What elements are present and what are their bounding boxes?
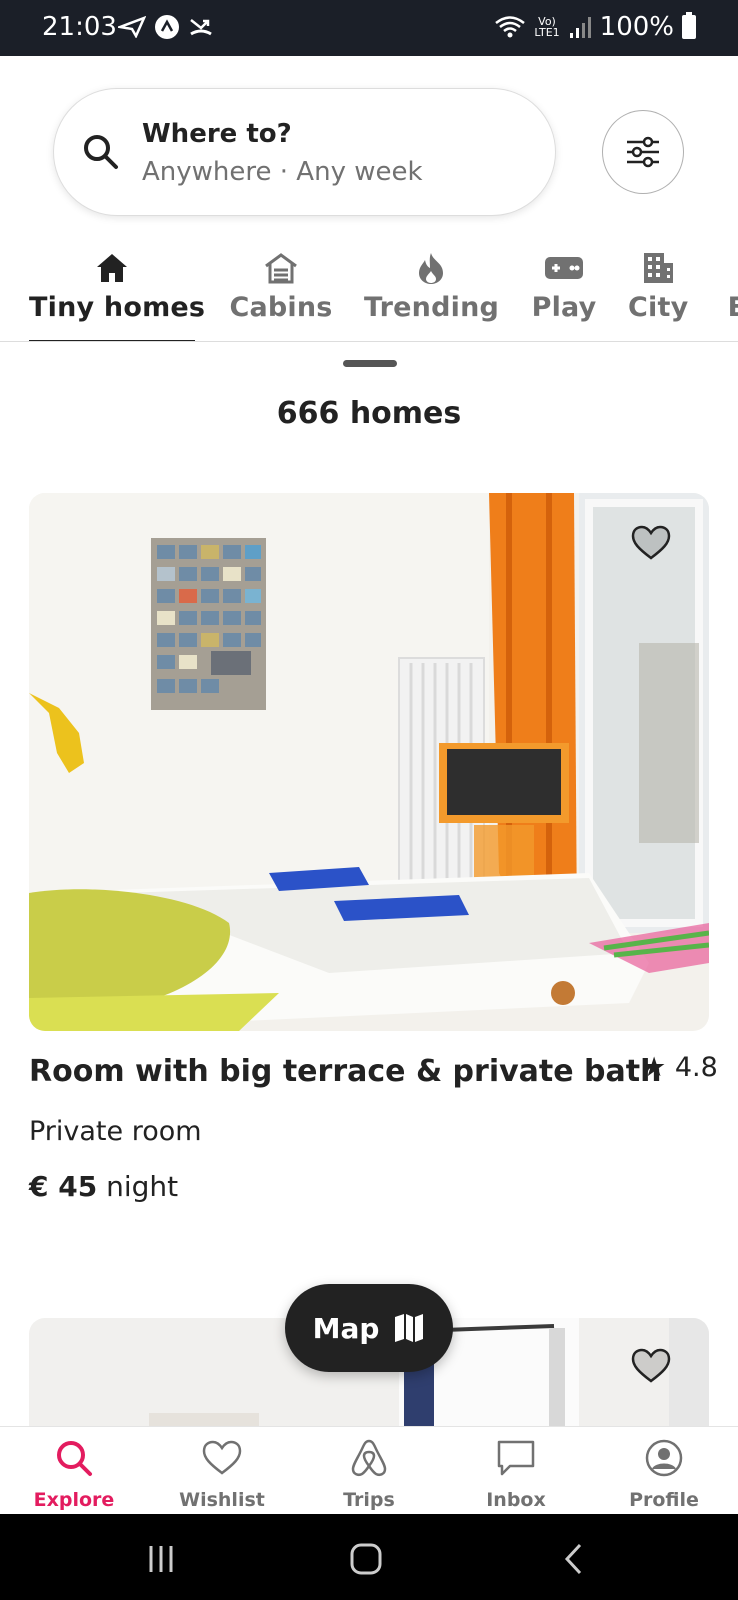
airbnb-logo-icon: [351, 1439, 387, 1477]
notification-icons: [118, 14, 214, 40]
tab-cabins[interactable]: Cabins: [228, 246, 334, 341]
status-time: 21:03: [42, 12, 117, 42]
price-value: € 45: [29, 1170, 98, 1203]
heart-icon: [202, 1440, 242, 1475]
profile-icon: [645, 1439, 683, 1477]
wifi-icon: [495, 16, 526, 38]
flame-icon: [419, 253, 443, 284]
battery-level: 100%: [599, 12, 674, 42]
search-icon: [57, 1441, 92, 1476]
listing-type: Private room: [29, 1116, 202, 1147]
rating-value: 4.8: [674, 1052, 718, 1083]
room-photo: [29, 493, 709, 1031]
game-controller-icon: [545, 257, 583, 279]
sliders-icon: [627, 136, 659, 168]
results-count: 666 homes: [276, 396, 462, 431]
cabin-icon: [265, 253, 297, 284]
tab-trending[interactable]: Trending: [364, 246, 499, 341]
send-icon: [118, 16, 146, 38]
wishlist-heart-icon[interactable]: [631, 1348, 671, 1384]
listing-title[interactable]: Room with big terrace & private bath: [29, 1054, 661, 1089]
map-button[interactable]: Map: [285, 1284, 453, 1372]
network-type: Vo) LTE1: [534, 15, 560, 39]
missed-call-icon: [190, 19, 212, 36]
listing-price: € 45 night: [29, 1170, 178, 1203]
price-unit: night: [106, 1170, 179, 1203]
map-icon: [395, 1314, 424, 1342]
map-button-label: Map: [312, 1311, 380, 1345]
status-bar: 21:03 Vo) LTE1 100%: [0, 0, 738, 56]
sheet-drag-handle[interactable]: [343, 360, 397, 367]
category-tabs: Tiny homes Cabins Trending Play City E: [0, 246, 738, 342]
search-bar[interactable]: Where to? Anywhere · Any week: [53, 88, 556, 216]
listing-rating: ★ 4.8: [642, 1052, 718, 1083]
nav-trips[interactable]: Trips: [309, 1435, 429, 1511]
listing-photo[interactable]: [29, 493, 709, 1031]
tab-city[interactable]: City: [628, 246, 688, 341]
filters-button[interactable]: [602, 110, 684, 194]
message-icon: [497, 1440, 535, 1476]
search-title: Where to?: [142, 119, 292, 149]
app-notification-icon: [155, 15, 179, 39]
system-navigation-bar: [0, 1514, 738, 1600]
search-icon: [84, 135, 118, 169]
wishlist-heart-icon[interactable]: [631, 525, 671, 561]
nav-explore[interactable]: Explore: [14, 1435, 134, 1511]
nav-profile[interactable]: Profile: [604, 1435, 724, 1511]
house-icon: [97, 254, 127, 282]
active-tab-indicator: [29, 340, 195, 341]
battery-icon: [682, 12, 696, 39]
search-subtitle: Anywhere · Any week: [142, 157, 423, 187]
back-icon[interactable]: [562, 1542, 584, 1576]
bottom-navigation: Explore Wishlist Trips Inbox Profile: [0, 1426, 738, 1514]
city-building-icon: [644, 253, 673, 283]
home-icon[interactable]: [349, 1542, 383, 1576]
star-icon: ★: [642, 1052, 667, 1083]
system-status-icons: Vo) LTE1 100%: [494, 12, 696, 42]
tab-play[interactable]: Play: [526, 246, 602, 341]
tab-partial[interactable]: E: [722, 246, 738, 341]
recent-apps-icon[interactable]: [146, 1544, 176, 1574]
signal-icon: [569, 17, 591, 38]
nav-wishlist[interactable]: Wishlist: [162, 1435, 282, 1511]
tab-tiny-homes[interactable]: Tiny homes: [29, 246, 205, 341]
nav-inbox[interactable]: Inbox: [456, 1435, 576, 1511]
